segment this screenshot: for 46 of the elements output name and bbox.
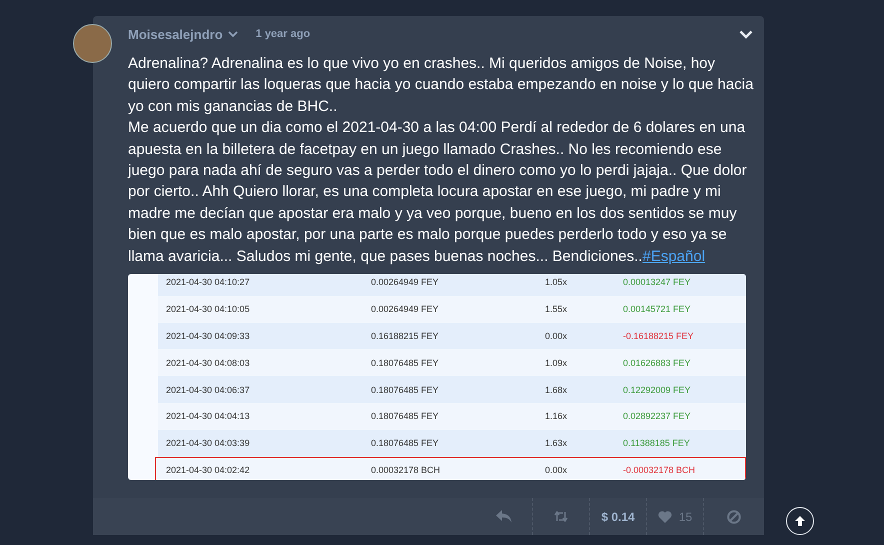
hashtag-link[interactable]: #Español (642, 248, 706, 265)
table-cell-text: 0.00x (545, 465, 568, 476)
table-cell-text: 2021-04-30 04:10:27 (166, 277, 251, 288)
table-cell-text: 2021-04-30 04:04:13 (166, 411, 251, 422)
table-cell-text: 1.63x (545, 438, 568, 448)
table-cell-text: -0.00032178 BCH (623, 465, 696, 476)
avatar-photo-placeholder[interactable] (73, 24, 112, 63)
arrow-up-icon (794, 515, 806, 527)
author-name[interactable]: Moisesalejndro (128, 26, 223, 42)
table-cell-text: 0.18076485 FEY (371, 358, 440, 368)
reply-icon[interactable] (496, 510, 512, 523)
table-cell-text: 0.11388185 FEY (623, 438, 691, 448)
post-paragraph: Adrenalina? Adrenalina es lo que vivo yo en crashes.. Mi queridos amigos de Noise, hoy quiero compartir las loqueras que hacia yo cuando estaba empezando en noise y lo que hacia yo con mis ganancias de BHC.. (128, 54, 754, 117)
table-cell-text: 1.55x (545, 304, 568, 314)
table-cell-text: 0.00145721 FEY (623, 304, 692, 314)
table-cell-text: 2021-04-30 04:10:05 (166, 304, 251, 314)
table-cell-text: 1.05x (545, 277, 568, 288)
table-cell-text: 0.16188215 FEY (371, 331, 440, 342)
table-cell-text: 0.00264949 FEY (371, 304, 440, 314)
table-cell-text: 0.00013247 FEY (623, 277, 692, 288)
table-cell-text: -0.16188215 FEY (623, 331, 695, 342)
table-cell-text: 0.12292009 FEY (623, 384, 692, 395)
table-cell-text: 2021-04-30 04:06:37 (166, 384, 251, 395)
table-cell-text: 0.02892237 FEY (623, 411, 692, 422)
table-cell-text: 2021-04-30 04:08:03 (166, 358, 251, 368)
table-cell-text: 0.18076485 FEY (371, 438, 440, 448)
chevron-down-icon[interactable] (228, 30, 238, 38)
table-cell-text: 0.00264949 FEY (371, 277, 440, 288)
table-cell-text: 0.00x (545, 331, 568, 342)
table-cell-text: 1.09x (545, 358, 568, 368)
table-cell-text: 2021-04-30 04:03:39 (166, 438, 251, 448)
table-cell-text: 0.18076485 FEY (371, 384, 440, 395)
table-cell-text: 0.01626883 FEY (623, 358, 692, 368)
tip-amount[interactable]: $ 0.14 (601, 510, 635, 524)
table-cell-text: 1.16x (545, 411, 568, 422)
table-cell-text: 2021-04-30 04:02:42 (166, 465, 251, 476)
table-cell-text: 2021-04-30 04:09:33 (166, 331, 251, 342)
post-paragraph: Me acuerdo que un dia como el 2021-04-30 a las 04:00 Perdí al rededor de 6 dolares en una apuesta en la billetera de facetpay en un juego llamado Crashes.. No les recomiendo ese juego para nada ahí de seguro vas a perder todo el dinero como yo lo perdi jajaja.. Que dolor por cierto.. Ahh Quiero llorar, es una completa locura apostar en ese juego, mi padre y mi madre me decían que apostar era malo y ya veo porque, bueno en los dos sentidos se muy bien que es malo apostar, por una parte es malo porque puedes perderlo todo y eso ya se llama avaricia... Saludos mi gente, que pases buenas noches... Bendiciones..#Español (128, 118, 748, 267)
table-cell-text: 1.68x (545, 384, 568, 395)
repost-icon[interactable] (554, 511, 568, 522)
heart-icon[interactable] (658, 510, 672, 522)
scroll-to-top-button[interactable] (786, 507, 814, 535)
table-cell-text: 0.00032178 BCH (371, 465, 442, 476)
block-icon[interactable] (727, 510, 741, 524)
table-cell-text: 0.18076485 FEY (371, 411, 440, 422)
post-time: 1 year ago (256, 28, 310, 40)
